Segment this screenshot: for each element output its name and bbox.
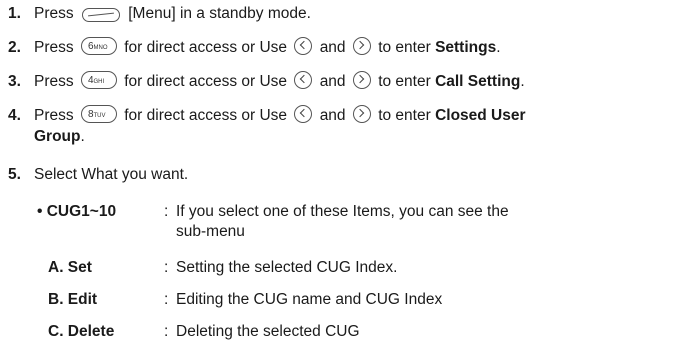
step-text: Press	[34, 73, 74, 90]
nav-left-icon	[294, 37, 313, 55]
menu-target: Group	[34, 128, 81, 145]
menu-target: Call Setting	[435, 73, 521, 90]
key-8-icon: 8TUV	[80, 105, 117, 123]
step-text: for direct access or Use	[124, 73, 288, 90]
step-text: to enter	[378, 39, 431, 56]
step-number: 1.	[8, 5, 21, 22]
step-5: 5. Select What you want.	[8, 165, 678, 185]
menu-key-icon	[81, 8, 120, 22]
item-description: If you select one of these Items, you ca…	[176, 203, 509, 220]
item-term: A. Set	[48, 259, 92, 276]
nav-right-icon	[352, 37, 371, 55]
step-number: 2.	[8, 39, 21, 56]
item-separator: :	[164, 291, 169, 308]
step-text: to enter	[378, 73, 431, 90]
item-description: sub-menu	[176, 223, 245, 240]
step-text: Press	[34, 39, 74, 56]
step-number: 5.	[8, 166, 21, 183]
nav-right-icon	[352, 105, 371, 123]
item-description: Editing the CUG name and CUG Index	[176, 291, 443, 308]
step-text: Press	[34, 5, 74, 22]
step-text: to enter	[378, 107, 431, 124]
step-text: and	[319, 39, 346, 56]
menu-target: Closed User	[435, 107, 526, 124]
step-3: 3. Press 4GHI for direct access or Use an…	[8, 71, 525, 90]
step-text: for direct access or Use	[124, 39, 288, 56]
item-term: B. Edit	[48, 291, 98, 308]
step-text: for direct access or Use	[124, 107, 288, 124]
step-number: 4.	[8, 107, 21, 124]
item-separator: :	[164, 323, 169, 340]
step-text: Press	[34, 107, 74, 124]
key-6-icon: 6MNO	[80, 37, 117, 55]
item-term: C. Delete	[48, 323, 115, 340]
nav-left-icon	[294, 105, 313, 123]
nav-left-icon	[294, 71, 313, 89]
menu-target: Settings	[435, 39, 497, 56]
nav-right-icon	[352, 71, 371, 89]
step-text: [Menu] in a standby mode.	[128, 5, 311, 22]
item-separator: :	[164, 203, 169, 220]
step-number: 3.	[8, 73, 21, 90]
key-4-icon: 4GHI	[80, 71, 117, 89]
item-description: Setting the selected CUG Index.	[176, 259, 398, 276]
item-term: • CUG1~10	[37, 203, 117, 220]
step-2: 2. Press 6MNO for direct access or Use an…	[8, 37, 501, 56]
item-description: Deleting the selected CUG	[176, 323, 360, 340]
step-text: and	[319, 107, 346, 124]
step-text: and	[319, 73, 346, 90]
step-4-continuation: Group.	[34, 128, 85, 145]
step-1: 1. Press [Menu] in a standby mode.	[8, 4, 678, 24]
item-separator: :	[164, 259, 169, 276]
step-4: 4. Press 8TUV for direct access or Use an…	[8, 105, 678, 126]
step-text: Select What you want.	[34, 166, 189, 183]
